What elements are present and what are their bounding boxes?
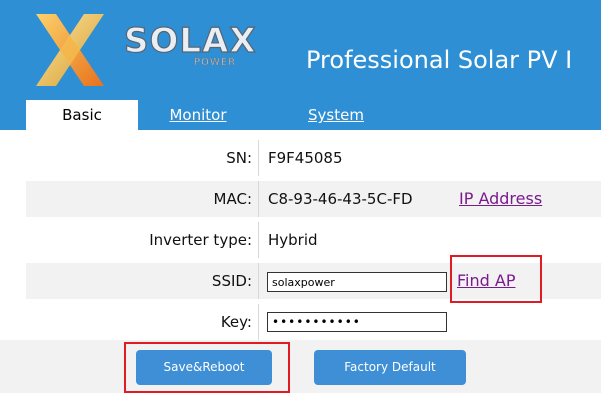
ssid-input[interactable] — [267, 272, 447, 292]
mac-label: MAC: — [213, 190, 252, 208]
sn-label: SN: — [226, 149, 252, 167]
key-label: Key: — [220, 313, 252, 331]
divider — [258, 222, 259, 258]
divider — [258, 181, 259, 217]
find-ap-highlight — [450, 255, 542, 303]
solax-logo-icon — [36, 14, 104, 86]
brand-logo: SOLAX POWER — [123, 21, 284, 72]
tab-monitor[interactable]: Monitor — [138, 100, 258, 130]
key-row: Key: — [26, 304, 601, 340]
tab-system[interactable]: System — [276, 100, 396, 130]
save-reboot-highlight — [124, 342, 290, 393]
ip-address-link[interactable]: IP Address — [459, 181, 542, 217]
inverter-type-value: Hybrid — [268, 231, 318, 249]
brand-sub: POWER — [194, 57, 237, 69]
tab-basic[interactable]: Basic — [26, 100, 138, 130]
sn-value: F9F45085 — [268, 149, 343, 167]
sn-row: SN: F9F45085 — [26, 140, 601, 176]
mac-row: MAC: C8-93-46-43-5C-FD IP Address — [26, 181, 601, 217]
inverter-type-label: Inverter type: — [149, 231, 252, 249]
key-input[interactable] — [267, 312, 447, 332]
button-bar — [0, 340, 601, 393]
divider — [258, 304, 259, 340]
brand-name: SOLAX — [123, 21, 257, 61]
app-header: SOLAX POWER Professional Solar PV I — [0, 0, 601, 100]
tab-bar: Basic Monitor System — [0, 100, 601, 130]
divider — [258, 140, 259, 176]
divider — [258, 263, 259, 299]
inverter-type-row: Inverter type: Hybrid — [26, 222, 601, 258]
factory-default-button[interactable]: Factory Default — [314, 350, 466, 385]
mac-value: C8-93-46-43-5C-FD — [268, 190, 413, 208]
page-title: Professional Solar PV I — [306, 46, 573, 74]
ssid-label: SSID: — [211, 272, 252, 290]
